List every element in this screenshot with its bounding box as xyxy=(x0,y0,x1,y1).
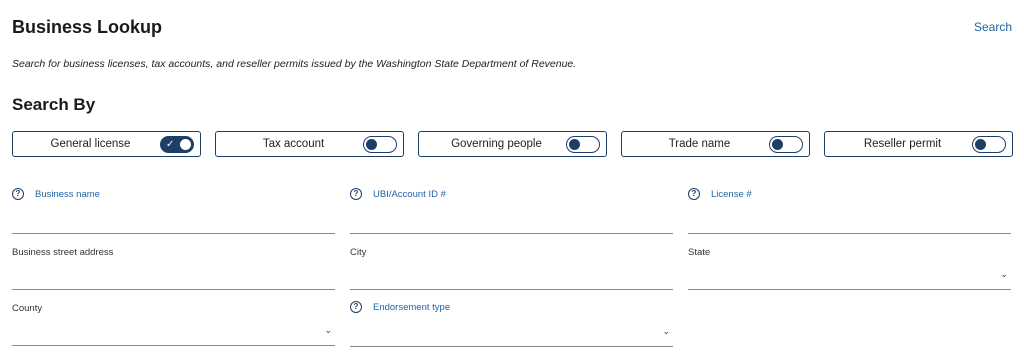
endorsement-type-select[interactable]: ? Endorsement type ⌄ xyxy=(350,301,673,347)
page-title: Business Lookup xyxy=(12,17,163,37)
ubi-account-field[interactable]: ? UBI/Account ID # xyxy=(350,188,673,234)
chevron-down-icon[interactable]: ⌄ xyxy=(324,325,332,336)
toggle-tax-account[interactable]: Tax account xyxy=(215,131,404,157)
toggle-switch-off[interactable] xyxy=(972,136,1006,153)
city-label: City xyxy=(350,247,367,258)
search-by-heading: Search By xyxy=(12,95,96,114)
license-label: ? License # xyxy=(688,188,752,200)
search-link[interactable]: Search xyxy=(974,20,1012,34)
toggle-general-license[interactable]: General license ✓ xyxy=(12,131,201,157)
street-address-field[interactable]: Business street address xyxy=(12,247,335,290)
ubi-text: UBI/Account ID # xyxy=(373,188,446,200)
state-label: State xyxy=(688,247,711,258)
toggle-reseller-permit[interactable]: Reseller permit xyxy=(824,131,1013,157)
toggle-switch-off[interactable] xyxy=(566,136,600,153)
check-icon: ✓ xyxy=(166,139,175,150)
endorsement-label: ? Endorsement type xyxy=(350,301,450,313)
ubi-label: ? UBI/Account ID # xyxy=(350,188,446,200)
search-by-toggles: General license ✓ Tax account Governing … xyxy=(12,131,1013,157)
endorsement-text: Endorsement type xyxy=(373,301,451,313)
toggle-switch-off[interactable] xyxy=(363,136,397,153)
page-description: Search for business licenses, tax accoun… xyxy=(12,58,577,70)
county-select[interactable]: County ⌄ xyxy=(12,303,335,346)
help-icon[interactable]: ? xyxy=(12,188,24,200)
license-text: License # xyxy=(711,188,752,200)
toggle-governing-people[interactable]: Governing people xyxy=(418,131,607,157)
street-address-label: Business street address xyxy=(12,247,114,258)
county-label: County xyxy=(12,303,43,314)
toggle-trade-name[interactable]: Trade name xyxy=(621,131,810,157)
chevron-down-icon[interactable]: ⌄ xyxy=(1000,269,1008,280)
toggle-switch-off[interactable] xyxy=(769,136,803,153)
business-name-label: ? Business name xyxy=(12,188,100,200)
chevron-down-icon[interactable]: ⌄ xyxy=(662,326,670,337)
help-icon[interactable]: ? xyxy=(350,301,362,313)
help-icon[interactable]: ? xyxy=(688,188,700,200)
city-field[interactable]: City xyxy=(350,247,673,290)
toggle-switch-on[interactable]: ✓ xyxy=(160,136,194,153)
license-number-field[interactable]: ? License # xyxy=(688,188,1011,234)
help-icon[interactable]: ? xyxy=(350,188,362,200)
state-select[interactable]: State ⌄ xyxy=(688,247,1011,290)
business-name-text: Business name xyxy=(35,188,100,200)
business-name-field[interactable]: ? Business name xyxy=(12,188,335,234)
